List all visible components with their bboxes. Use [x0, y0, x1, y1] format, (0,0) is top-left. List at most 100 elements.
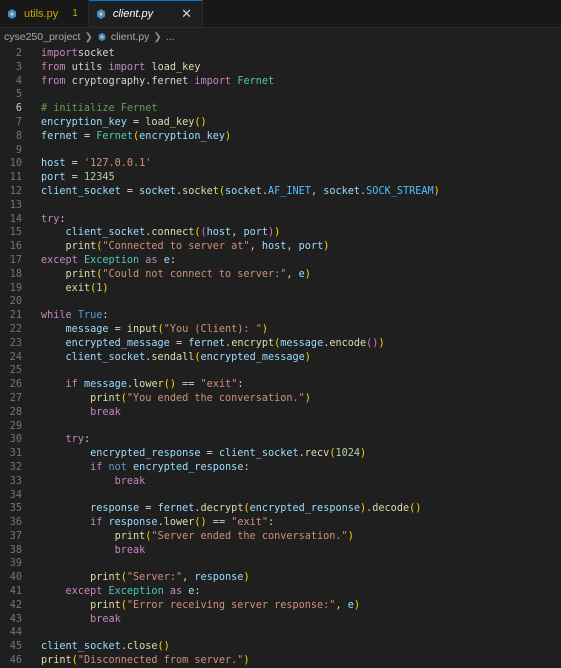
line-number: 24: [9, 351, 22, 363]
code-token: :: [237, 379, 244, 391]
code-line[interactable]: 28 break: [0, 406, 561, 420]
code-line[interactable]: 31 encrypted_response = client_socket.re…: [0, 447, 561, 461]
code-line[interactable]: 42 print("Error receiving server respons…: [0, 599, 561, 613]
code-token: client_socket: [218, 448, 299, 460]
breadcrumb-file[interactable]: client.py: [111, 31, 150, 43]
code-line[interactable]: 30 try:: [0, 433, 561, 447]
code-line[interactable]: 45 client_socket.close(): [0, 640, 561, 654]
code-line[interactable]: 7 encryption_key = load_key(): [0, 116, 561, 130]
code-line[interactable]: 12 client_socket = socket.socket(socket.A…: [0, 185, 561, 199]
line-number: 35: [9, 503, 22, 515]
code-line[interactable]: 13: [0, 199, 561, 213]
code-line[interactable]: 16 print("Connected to server at", host,…: [0, 240, 561, 254]
code-line[interactable]: 35 response = fernet.decrypt(encrypted_r…: [0, 502, 561, 516]
code-line[interactable]: 23 encrypted_message = fernet.encrypt(me…: [0, 337, 561, 351]
code-line[interactable]: 8 fernet = Fernet(encryption_key): [0, 130, 561, 144]
code-line[interactable]: 3 from utils import load_key: [0, 61, 561, 75]
code-token: ,: [286, 268, 299, 280]
code-line[interactable]: 4 from cryptography.fernet import Fernet: [0, 75, 561, 89]
code-token: encryption_key: [139, 130, 226, 142]
code-line[interactable]: 39: [0, 557, 561, 571]
code-line[interactable]: 22 message = input("You (Client): "): [0, 323, 561, 337]
code-token: try: [41, 213, 60, 225]
code-token: =: [77, 130, 97, 142]
code-line[interactable]: 25: [0, 364, 561, 378]
code-line[interactable]: 14 try:: [0, 213, 561, 227]
code-line[interactable]: 5: [0, 88, 561, 102]
code-line[interactable]: 15 client_socket.connect((host, port)): [0, 226, 561, 240]
line-number: 34: [9, 489, 22, 501]
code-line[interactable]: 6 # initialize Fernet: [0, 102, 561, 116]
line-number: 7: [15, 116, 22, 128]
code-token: port: [298, 241, 324, 253]
code-text: try:: [41, 213, 66, 227]
code-line[interactable]: 41 except Exception as e:: [0, 585, 561, 599]
code-line[interactable]: 21 while True:: [0, 309, 561, 323]
code-token: not: [108, 461, 127, 473]
code-text: except Exception as e:: [41, 254, 176, 268]
code-line[interactable]: 11 port = 12345: [0, 171, 561, 185]
tab-utils-py[interactable]: utils.py 1: [0, 0, 89, 27]
code-token: load_key: [145, 116, 195, 128]
code-token: ,: [231, 227, 244, 239]
code-token: =: [65, 158, 84, 170]
code-token: ): [304, 392, 311, 404]
code-token: break: [90, 613, 121, 625]
line-number: 4: [15, 75, 22, 87]
code-text: host = '127.0.0.1': [41, 157, 151, 171]
code-token: decode: [372, 503, 410, 515]
code-line[interactable]: 17 except Exception as e:: [0, 254, 561, 268]
code-token: ==: [176, 379, 201, 391]
breadcrumb-symbols[interactable]: ...: [166, 31, 175, 43]
code-token: socket: [225, 185, 262, 197]
code-line[interactable]: 18 print("Could not connect to server:",…: [0, 268, 561, 282]
code-line[interactable]: 43 break: [0, 613, 561, 627]
code-line[interactable]: 2 importsocket: [0, 47, 561, 61]
code-line[interactable]: 27 print("You ended the conversation."): [0, 392, 561, 406]
close-icon[interactable]: ✕: [181, 6, 192, 22]
code-editor[interactable]: 2 importsocket 3 from utils import load_key…: [0, 46, 561, 668]
code-token: ,: [286, 241, 299, 253]
code-text: fernet = Fernet(encryption_key): [41, 130, 231, 144]
code-token: import: [108, 61, 146, 73]
tab-label: client.py: [112, 8, 154, 20]
breadcrumb-folder[interactable]: cyse250_project: [4, 31, 80, 43]
code-line[interactable]: 40 print("Server:", response): [0, 571, 561, 585]
code-token: lower: [163, 517, 195, 529]
code-line[interactable]: 19 exit(1): [0, 282, 561, 296]
code-token: ): [323, 241, 330, 253]
tab-client-py[interactable]: client.py ✕: [88, 0, 204, 27]
line-number: 40: [9, 572, 22, 584]
code-line[interactable]: 9: [0, 144, 561, 158]
code-line[interactable]: 36 if response.lower() == "exit":: [0, 516, 561, 530]
code-line[interactable]: 44: [0, 626, 561, 640]
code-line[interactable]: 20: [0, 295, 561, 309]
code-token: ): [304, 268, 311, 280]
code-line[interactable]: 32 if not encrypted_response:: [0, 461, 561, 475]
line-number: 17: [9, 254, 22, 266]
code-line[interactable]: 24 client_socket.sendall(encrypted_messa…: [0, 351, 561, 365]
code-line[interactable]: 33 break: [0, 475, 561, 489]
code-line[interactable]: 29: [0, 420, 561, 434]
code-line[interactable]: 34: [0, 489, 561, 503]
code-line[interactable]: 46 print("Disconnected from server."): [0, 654, 561, 668]
code-line[interactable]: 10 host = '127.0.0.1': [0, 157, 561, 171]
code-token: "Server ended the conversation.": [151, 530, 348, 542]
code-line[interactable]: 37 print("Server ended the conversation.…: [0, 530, 561, 544]
code-token: response: [194, 572, 244, 584]
code-line[interactable]: 26 if message.lower() == "exit":: [0, 378, 561, 392]
code-text: if not encrypted_response:: [41, 461, 250, 475]
code-text: importsocket: [41, 47, 115, 61]
code-line[interactable]: 38 break: [0, 544, 561, 558]
line-number: 29: [9, 420, 22, 432]
code-text: break: [41, 544, 146, 558]
code-token: except: [41, 254, 78, 266]
line-number: 10: [9, 158, 22, 170]
line-number: 16: [9, 241, 22, 253]
